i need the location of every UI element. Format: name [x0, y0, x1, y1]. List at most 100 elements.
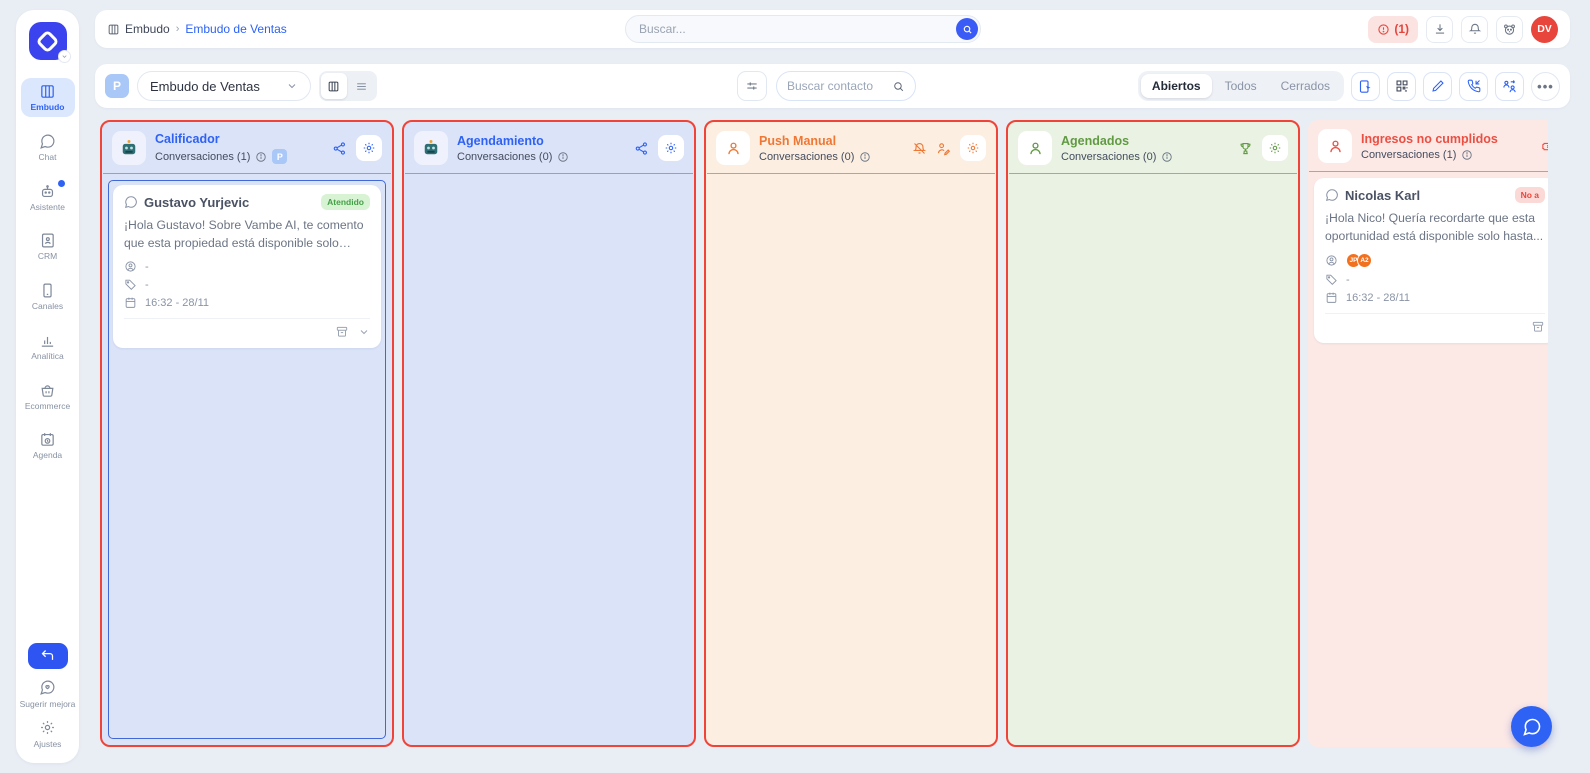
- tab-cerrados[interactable]: Cerrados: [1270, 74, 1341, 98]
- filters-button[interactable]: [737, 71, 767, 101]
- info-icon[interactable]: [1161, 151, 1173, 163]
- view-toggle: [319, 71, 377, 101]
- logo-expand-icon[interactable]: [58, 50, 71, 63]
- device-pointer-icon: [1358, 79, 1373, 94]
- info-icon[interactable]: [557, 151, 569, 163]
- breadcrumb-root[interactable]: Embudo: [107, 22, 170, 36]
- settings-button[interactable]: Ajustes: [34, 719, 62, 749]
- list-view-button[interactable]: [349, 73, 375, 99]
- contact-search-input[interactable]: [787, 79, 886, 93]
- search-submit-button[interactable]: [956, 18, 978, 40]
- sidebar-item-embudo[interactable]: Embudo: [21, 78, 75, 117]
- assistant-panda-button[interactable]: [1496, 16, 1523, 43]
- kanban-icon: [107, 23, 120, 36]
- global-search-input[interactable]: [625, 15, 981, 43]
- conversation-card[interactable]: Nicolas Karl No a ¡Hola Nico! Quería rec…: [1314, 178, 1548, 343]
- alerts-button[interactable]: (1): [1368, 16, 1418, 43]
- archive-button[interactable]: [335, 325, 349, 339]
- conversation-card[interactable]: Gustavo Yurjevic Atendido ¡Hola Gustavo!…: [113, 185, 381, 348]
- sidebar-item-crm[interactable]: CRM: [21, 227, 75, 266]
- contact-name: Gustavo Yurjevic: [144, 195, 249, 210]
- smartphone-icon: [39, 282, 56, 299]
- download-icon: [1433, 22, 1447, 36]
- column-settings-button[interactable]: [356, 135, 382, 161]
- sidebar-item-chat[interactable]: Chat: [21, 128, 75, 167]
- info-icon[interactable]: [1461, 149, 1473, 161]
- gear-icon: [966, 141, 980, 155]
- tab-todos[interactable]: Todos: [1214, 74, 1268, 98]
- status-badge: No a: [1515, 187, 1545, 203]
- kanban-view-button[interactable]: [321, 73, 347, 99]
- top-header: Embudo › Embudo de Ventas (1): [95, 10, 1570, 48]
- won-stage-button[interactable]: [1238, 141, 1253, 156]
- funnel-badge: P: [105, 74, 129, 98]
- chevron-down-icon: [286, 80, 298, 92]
- bell-icon: [1468, 22, 1482, 36]
- column-count: Conversaciones (0): [759, 151, 854, 163]
- whatsapp-icon: [124, 195, 138, 209]
- sidebar-item-analitica[interactable]: Analítica: [21, 327, 75, 366]
- calendar-icon: [124, 296, 137, 309]
- feedback-bubble-icon: [39, 679, 56, 696]
- tab-abiertos[interactable]: Abiertos: [1141, 74, 1212, 98]
- edit-assignee-button[interactable]: [936, 141, 951, 156]
- sidebar-item-agenda[interactable]: Agenda: [21, 426, 75, 465]
- column-count: Conversaciones (0): [1061, 151, 1156, 163]
- lost-stage-button[interactable]: [1541, 139, 1548, 154]
- gear-icon: [39, 719, 56, 736]
- transfer-users-button[interactable]: [1495, 72, 1524, 101]
- edit-button[interactable]: [1423, 72, 1452, 101]
- workflow-button[interactable]: [634, 141, 649, 156]
- tag-icon: [1325, 273, 1338, 286]
- robot-avatar: [112, 131, 146, 165]
- gear-icon: [1268, 141, 1282, 155]
- download-button[interactable]: [1426, 16, 1453, 43]
- contact-name: Nicolas Karl: [1345, 188, 1420, 203]
- chevron-down-icon: [358, 326, 370, 338]
- suggest-improvement-button[interactable]: Sugerir mejora: [20, 679, 76, 709]
- robot-icon: [39, 183, 56, 200]
- collapse-sidebar-button[interactable]: [28, 643, 68, 669]
- kanban-icon: [39, 83, 56, 100]
- column-count: Conversaciones (1): [1361, 149, 1456, 161]
- funnel-selector[interactable]: Embudo de Ventas: [137, 71, 311, 101]
- basket-icon: [39, 382, 56, 399]
- expand-card-button[interactable]: [358, 326, 370, 338]
- status-filter-tabs: Abiertos Todos Cerrados: [1138, 71, 1344, 101]
- kanban-board: Calificador Conversaciones (1) P: [100, 120, 1548, 747]
- calendar-icon: [1325, 291, 1338, 304]
- column-push-manual: Push Manual Conversaciones (0): [704, 120, 998, 747]
- more-options-button[interactable]: •••: [1531, 72, 1560, 101]
- funnel-mini-badge: P: [272, 149, 287, 164]
- column-settings-button[interactable]: [1262, 135, 1288, 161]
- logo-diamond-icon: [35, 29, 59, 53]
- bell-off-icon: [912, 141, 927, 156]
- column-title: Agendados: [1061, 134, 1173, 148]
- archive-button[interactable]: [1531, 320, 1545, 334]
- info-icon[interactable]: [859, 151, 871, 163]
- incoming-call-button[interactable]: [1459, 72, 1488, 101]
- column-settings-button[interactable]: [960, 135, 986, 161]
- robot-avatar: [414, 131, 448, 165]
- chat-bubble-icon: [39, 133, 56, 150]
- user-avatar[interactable]: DV: [1531, 16, 1558, 43]
- mute-notifications-button[interactable]: [912, 141, 927, 156]
- timestamp-value: 16:32 - 28/11: [145, 297, 209, 309]
- sidebar-item-ecommerce[interactable]: Ecommerce: [21, 377, 75, 416]
- chat-widget-button[interactable]: [1511, 706, 1552, 747]
- info-icon[interactable]: [255, 151, 267, 163]
- assignee-icon: [1325, 254, 1338, 267]
- bar-chart-icon: [39, 332, 56, 349]
- sidebar-item-asistente[interactable]: Asistente: [21, 178, 75, 217]
- sidebar-item-canales[interactable]: Canales: [21, 277, 75, 316]
- screen-share-button[interactable]: [1351, 72, 1380, 101]
- qr-code-button[interactable]: [1387, 72, 1416, 101]
- column-settings-button[interactable]: [658, 135, 684, 161]
- assignee-avatar: A2: [1357, 253, 1372, 268]
- app-logo[interactable]: [29, 22, 67, 60]
- workflow-button[interactable]: [332, 141, 347, 156]
- last-message: ¡Hola Nico! Quería recordarte que esta o…: [1325, 210, 1545, 245]
- notifications-button[interactable]: [1461, 16, 1488, 43]
- undo-arrow-icon: [40, 648, 55, 663]
- breadcrumb-current[interactable]: Embudo de Ventas: [185, 22, 286, 36]
